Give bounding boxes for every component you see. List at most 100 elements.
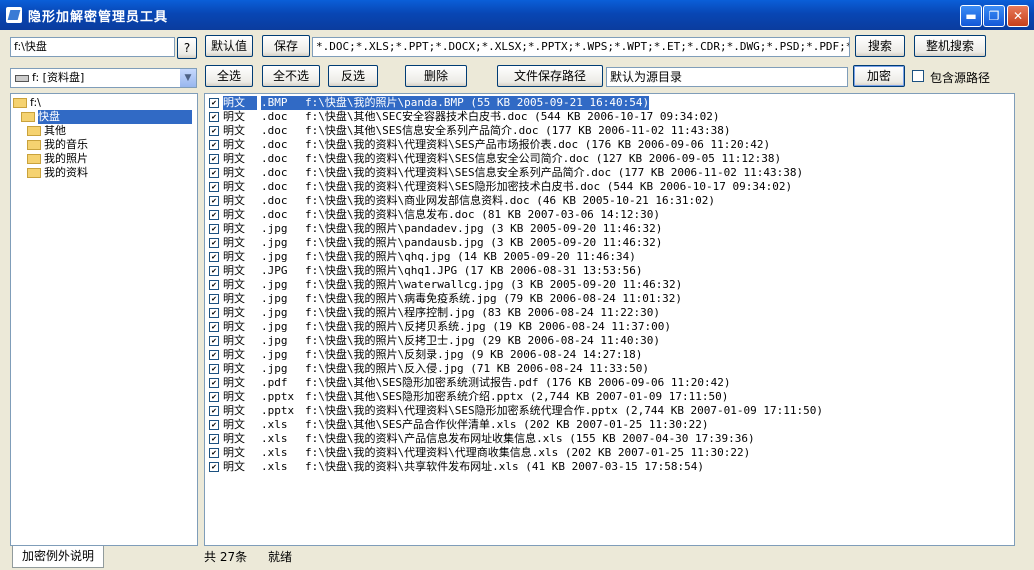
row-checkbox[interactable]: ✔ <box>209 322 219 332</box>
tree-item-other[interactable]: 其他 <box>27 124 66 138</box>
table-row[interactable]: ✔ 明文 .jpg f:\快盘\我的照片\qhq.jpg (14 KB 2005-09… <box>209 250 636 264</box>
row-checkbox[interactable]: ✔ <box>209 126 219 136</box>
table-row[interactable]: ✔ 明文 .doc f:\快盘\其他\SES信息安全系列产品简介.doc (177 K… <box>209 124 731 138</box>
chevron-down-icon[interactable]: ▼ <box>180 69 196 87</box>
file-extension: .jpg <box>261 278 288 291</box>
tree-item-music[interactable]: 我的音乐 <box>27 138 88 152</box>
tree-item-kuaipan[interactable]: 快盘 <box>21 110 192 124</box>
app-icon <box>6 7 22 23</box>
row-checkbox[interactable]: ✔ <box>209 378 219 388</box>
row-checkbox[interactable]: ✔ <box>209 280 219 290</box>
save-button[interactable]: 保存 <box>262 35 310 57</box>
encryption-state: 明文 <box>223 250 245 263</box>
table-row[interactable]: ✔ 明文 .pdf f:\快盘\其他\SES隐形加密系统测试报告.pdf (176 K… <box>209 376 731 390</box>
row-checkbox[interactable]: ✔ <box>209 140 219 150</box>
encrypt-button[interactable]: 加密 <box>853 65 905 87</box>
encryption-state: 明文 <box>223 432 245 445</box>
folder-tree[interactable]: f:\ 快盘 其他 我的音乐 我的照片 我的资料 <box>10 93 198 546</box>
row-checkbox[interactable]: ✔ <box>209 336 219 346</box>
search-all-button[interactable]: 整机搜索 <box>914 35 986 57</box>
row-checkbox[interactable]: ✔ <box>209 266 219 276</box>
tree-item-docs[interactable]: 我的资料 <box>27 166 88 180</box>
table-row[interactable]: ✔ 明文 .jpg f:\快盘\我的照片\反拷卫士.jpg (29 KB 2006-0… <box>209 334 660 348</box>
row-checkbox[interactable]: ✔ <box>209 238 219 248</box>
encryption-state: 明文 <box>223 362 245 375</box>
table-row[interactable]: ✔ 明文 .xls f:\快盘\其他\SES产品合作伙伴清单.xls (202 KB … <box>209 418 709 432</box>
table-row[interactable]: ✔ 明文 .xls f:\快盘\我的资料\共享软件发布网址.xls (41 KB 20… <box>209 460 704 474</box>
row-checkbox[interactable]: ✔ <box>209 364 219 374</box>
row-checkbox[interactable]: ✔ <box>209 392 219 402</box>
table-row[interactable]: ✔ 明文 .doc f:\快盘\我的资料\代理资料\SES产品市场报价表.doc (1… <box>209 138 770 152</box>
table-row[interactable]: ✔ 明文 .pptx f:\快盘\其他\SES隐形加密系统介绍.pptx (2,744… <box>209 390 728 404</box>
file-info: f:\快盘\我的照片\病毒免疫系统.jpg (79 KB 2006-08-24 … <box>305 292 683 305</box>
file-extension: .doc <box>261 124 288 137</box>
table-row[interactable]: ✔ 明文 .doc f:\快盘\我的资料\代理资料\SES隐形加密技术白皮书.doc … <box>209 180 792 194</box>
row-checkbox[interactable]: ✔ <box>209 210 219 220</box>
delete-button[interactable]: 删除 <box>405 65 467 87</box>
table-row[interactable]: ✔ 明文 .jpg f:\快盘\我的照片\pandausb.jpg (3 KB 200… <box>209 236 662 250</box>
extensions-input[interactable]: *.DOC;*.XLS;*.PPT;*.DOCX;*.XLSX;*.PPTX;*… <box>312 37 850 57</box>
default-button[interactable]: 默认值 <box>205 35 253 57</box>
title-bar[interactable]: 隐形加解密管理员工具 ▬ ❐ ✕ <box>0 0 1034 30</box>
row-checkbox[interactable]: ✔ <box>209 224 219 234</box>
row-checkbox[interactable]: ✔ <box>209 182 219 192</box>
row-checkbox[interactable]: ✔ <box>209 294 219 304</box>
search-button[interactable]: 搜索 <box>855 35 905 57</box>
row-checkbox[interactable]: ✔ <box>209 406 219 416</box>
table-row[interactable]: ✔ 明文 .jpg f:\快盘\我的照片\waterwallcg.jpg (3 KB … <box>209 278 682 292</box>
row-checkbox[interactable]: ✔ <box>209 196 219 206</box>
table-row[interactable]: ✔ 明文 .jpg f:\快盘\我的照片\反入侵.jpg (71 KB 2006-08… <box>209 362 649 376</box>
file-extension: .JPG <box>261 264 288 277</box>
encryption-state: 明文 <box>223 222 245 235</box>
select-all-button[interactable]: 全选 <box>205 65 253 87</box>
table-row[interactable]: ✔ 明文 .jpg f:\快盘\我的照片\pandadev.jpg (3 KB 200… <box>209 222 662 236</box>
maximize-button[interactable]: ❐ <box>983 5 1005 27</box>
invert-selection-button[interactable]: 反选 <box>328 65 378 87</box>
table-row[interactable]: ✔ 明文 .pptx f:\快盘\我的资料\代理资料\SES隐形加密系统代理合作.pp… <box>209 404 823 418</box>
table-row[interactable]: ✔ 明文 .jpg f:\快盘\我的照片\程序控制.jpg (83 KB 2006-0… <box>209 306 660 320</box>
table-row[interactable]: ✔ 明文 .xls f:\快盘\我的资料\代理资料\代理商收集信息.xls (202 … <box>209 446 750 460</box>
row-checkbox[interactable]: ✔ <box>209 462 219 472</box>
row-checkbox[interactable]: ✔ <box>209 434 219 444</box>
file-extension: .jpg <box>261 334 288 347</box>
row-checkbox[interactable]: ✔ <box>209 350 219 360</box>
save-path-button[interactable]: 文件保存路径 <box>497 65 603 87</box>
row-checkbox[interactable]: ✔ <box>209 448 219 458</box>
path-input[interactable]: f:\快盘 <box>10 37 175 57</box>
row-checkbox[interactable]: ✔ <box>209 154 219 164</box>
file-list[interactable]: ✔ 明文 .BMP f:\快盘\我的照片\panda.BMP (55 KB 2005-… <box>204 93 1015 546</box>
drive-select[interactable]: f: [资料盘] ▼ <box>10 68 197 88</box>
table-row[interactable]: ✔ 明文 .jpg f:\快盘\我的照片\反刻录.jpg (9 KB 2006-08-… <box>209 348 642 362</box>
row-checkbox[interactable]: ✔ <box>209 420 219 430</box>
help-button[interactable]: ? <box>177 37 197 59</box>
select-none-button[interactable]: 全不选 <box>262 65 320 87</box>
table-row[interactable]: ✔ 明文 .jpg f:\快盘\我的照片\反拷贝系统.jpg (19 KB 2006-… <box>209 320 671 334</box>
table-row[interactable]: ✔ 明文 .doc f:\快盘\我的资料\代理资料\SES信息安全公司简介.doc (… <box>209 152 781 166</box>
tree-item-photos[interactable]: 我的照片 <box>27 152 88 166</box>
row-checkbox[interactable]: ✔ <box>209 308 219 318</box>
tree-item-label: 快盘 <box>38 110 192 124</box>
table-row[interactable]: ✔ 明文 .BMP f:\快盘\我的照片\panda.BMP (55 KB 2005-… <box>209 96 650 110</box>
table-row[interactable]: ✔ 明文 .doc f:\快盘\我的资料\代理资料\SES信息安全系列产品简介.doc… <box>209 166 803 180</box>
table-row[interactable]: ✔ 明文 .doc f:\快盘\我的资料\信息发布.doc (81 KB 2007-0… <box>209 208 660 222</box>
tree-item-root[interactable]: f:\ <box>13 96 41 110</box>
tab-exception-info[interactable]: 加密例外说明 <box>12 546 104 568</box>
file-info: f:\快盘\我的照片\反拷卫士.jpg (29 KB 2006-08-24 11… <box>305 334 661 347</box>
table-row[interactable]: ✔ 明文 .jpg f:\快盘\我的照片\病毒免疫系统.jpg (79 KB 2006… <box>209 292 682 306</box>
file-extension: .BMP <box>261 96 305 110</box>
row-checkbox[interactable]: ✔ <box>209 112 219 122</box>
save-dir-input[interactable]: 默认为源目录 <box>606 67 848 87</box>
row-checkbox[interactable]: ✔ <box>209 168 219 178</box>
file-info: f:\快盘\我的照片\反刻录.jpg (9 KB 2006-08-24 14:2… <box>305 348 643 361</box>
table-row[interactable]: ✔ 明文 .JPG f:\快盘\我的照片\qhq1.JPG (17 KB 2006-0… <box>209 264 643 278</box>
close-button[interactable]: ✕ <box>1007 5 1029 27</box>
file-extension: .doc <box>261 110 288 123</box>
row-checkbox[interactable]: ✔ <box>209 252 219 262</box>
minimize-button[interactable]: ▬ <box>960 5 982 27</box>
table-row[interactable]: ✔ 明文 .doc f:\快盘\我的资料\商业网发部信息资料.doc (46 KB 2… <box>209 194 715 208</box>
row-checkbox[interactable]: ✔ <box>209 98 219 108</box>
table-row[interactable]: ✔ 明文 .xls f:\快盘\我的资料\产品信息发布网址收集信息.xls (155 … <box>209 432 755 446</box>
table-row[interactable]: ✔ 明文 .doc f:\快盘\其他\SEC安全容器技术白皮书.doc (544 KB… <box>209 110 720 124</box>
include-path-checkbox[interactable] <box>912 70 924 82</box>
file-extension: .jpg <box>261 306 288 319</box>
